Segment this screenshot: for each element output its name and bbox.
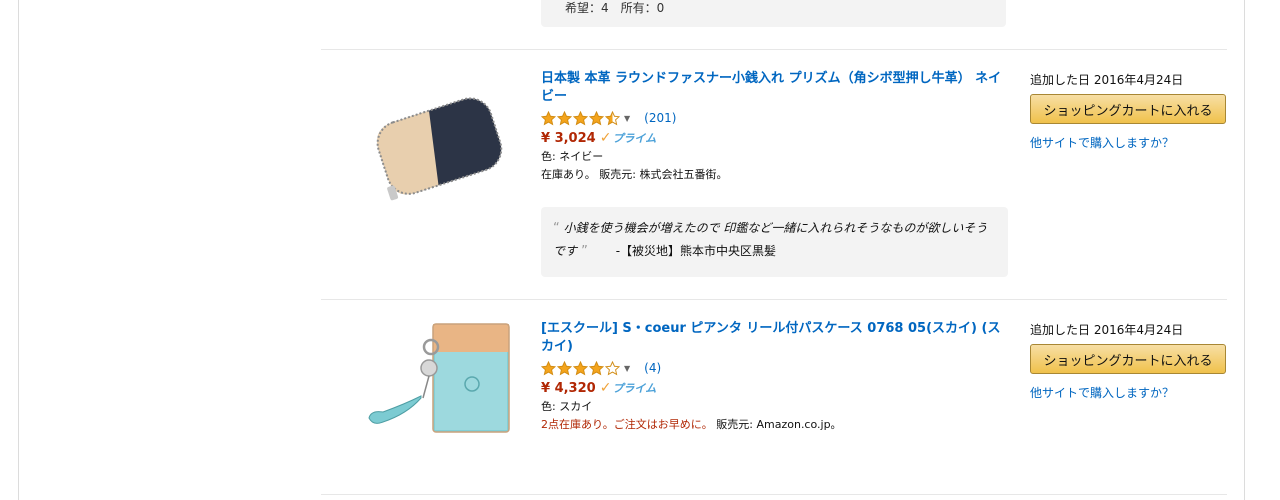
price: ¥ 4,320 — [541, 380, 596, 396]
add-to-cart-button[interactable]: ショッピングカートに入れる — [1030, 344, 1226, 374]
prime-label: プライム — [612, 382, 657, 395]
product-title-link[interactable]: [エスクール] S・coeur ピアンタ リール付パスケース 0768 05(ス… — [541, 320, 1011, 356]
star-icon — [557, 110, 572, 125]
star-icon — [541, 360, 556, 375]
color-text: 色: ネイビー — [541, 150, 604, 163]
price-row: ¥ 4,320 ✓ プライム — [541, 378, 1011, 398]
star-rating[interactable] — [541, 110, 621, 126]
item-actions: 追加した日 2016年4月24日 ショッピングカートに入れる 他サイトで購入しま… — [1030, 321, 1230, 401]
wishlist-item: 日本製 本革 ラウンドファスナー小銭入れ プリズム（角シボ型押し牛革） ネイビー… — [321, 50, 1227, 298]
star-icon — [557, 360, 572, 375]
price: ¥ 3,024 — [541, 130, 596, 146]
review-count-link[interactable]: (201) — [644, 111, 676, 125]
checkmark-icon: ✓ — [599, 380, 612, 396]
quote-mark-icon: “ — [553, 221, 560, 236]
product-image-pass-case[interactable] — [361, 318, 511, 458]
item-actions: 追加した日 2016年4月24日 ショッピングカートに入れる 他サイトで購入しま… — [1030, 71, 1230, 151]
star-icon — [605, 360, 620, 375]
star-icon — [605, 110, 620, 125]
other-site-link[interactable]: 他サイトで購入しますか？ — [1030, 134, 1230, 151]
prime-label: プライム — [612, 132, 657, 145]
quote-mark-icon: ” — [577, 244, 588, 259]
added-date: 追加した日 2016年4月24日 — [1030, 73, 1184, 87]
item-details: 日本製 本革 ラウンドファスナー小銭入れ プリズム（角シボ型押し牛革） ネイビー… — [541, 70, 1011, 184]
review-count-link[interactable]: (4) — [644, 361, 661, 375]
previous-item-quote-box: 希望：4 所有：0 — [541, 0, 1006, 27]
item-divider — [321, 494, 1227, 495]
star-icon — [573, 110, 588, 125]
prime-badge: ✓ プライム — [600, 380, 657, 396]
chevron-down-icon[interactable]: ▼ — [624, 364, 630, 373]
page-border-left — [18, 0, 19, 500]
comment-author: -【被災地】熊本市中央区黒髪 — [615, 244, 777, 258]
star-icon — [541, 110, 556, 125]
comment-box: “ 小銭を使う機会が増えたので 印鑑など一緒に入れられそうなものが欲しいそうです… — [541, 207, 1008, 277]
add-to-cart-button[interactable]: ショッピングカートに入れる — [1030, 94, 1226, 124]
page-border-right — [1244, 0, 1245, 500]
stock-status: 在庫あり。 — [541, 168, 596, 181]
stock-seller-row: 在庫あり。 販売元: 株式会社五番街。 — [541, 166, 1011, 184]
seller-text: 販売元: 株式会社五番街。 — [599, 168, 728, 181]
product-title-link[interactable]: 日本製 本革 ラウンドファスナー小銭入れ プリズム（角シボ型押し牛革） ネイビー — [541, 70, 1011, 106]
chevron-down-icon[interactable]: ▼ — [624, 114, 630, 123]
added-date: 追加した日 2016年4月24日 — [1030, 323, 1184, 337]
star-icon — [573, 360, 588, 375]
price-row: ¥ 3,024 ✓ プライム — [541, 128, 1011, 148]
wishlist-counts: 希望：4 所有：0 — [565, 1, 665, 15]
wishlist-item: [エスクール] S・coeur ピアンタ リール付パスケース 0768 05(ス… — [321, 300, 1227, 495]
prime-badge: ✓ プライム — [600, 130, 657, 146]
color-text: 色: スカイ — [541, 400, 593, 413]
star-rating[interactable] — [541, 360, 621, 376]
rating-row: ▼ (201) — [541, 108, 1011, 128]
checkmark-icon: ✓ — [599, 130, 612, 146]
other-site-link[interactable]: 他サイトで購入しますか？ — [1030, 384, 1230, 401]
item-details: [エスクール] S・coeur ピアンタ リール付パスケース 0768 05(ス… — [541, 320, 1011, 434]
rating-row: ▼ (4) — [541, 358, 1011, 378]
seller-text: 販売元: Amazon.co.jp。 — [716, 418, 842, 431]
stock-seller-row: 2点在庫あり。ご注文はお早めに。 販売元: Amazon.co.jp。 — [541, 416, 1011, 434]
stock-status: 2点在庫あり。ご注文はお早めに。 — [541, 418, 713, 431]
star-icon — [589, 110, 604, 125]
star-icon — [589, 360, 604, 375]
product-image-coin-purse[interactable] — [361, 72, 511, 212]
